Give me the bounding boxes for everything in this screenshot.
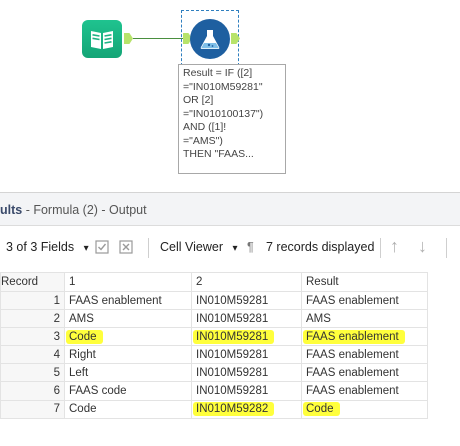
column-header-record[interactable]: Record <box>0 272 65 292</box>
cell-col-1[interactable]: FAAS enablement <box>64 290 192 311</box>
chevron-down-icon: ▾ <box>83 243 89 254</box>
record-cell-text: 2 <box>53 312 60 325</box>
cell-result-text: Code <box>303 402 340 417</box>
results-grid[interactable]: Record 1 2 Result 1 FAAS enablement IN010M… <box>0 272 428 419</box>
cell-col-2[interactable]: IN010M59281 <box>191 290 302 311</box>
record-cell-text: 7 <box>53 403 60 416</box>
record-cell[interactable]: 6 <box>0 381 65 401</box>
cell-col-1[interactable]: Code <box>64 399 192 419</box>
cell-col-2[interactable]: IN010M59281 <box>191 363 302 383</box>
input-output-anchor[interactable] <box>124 33 133 44</box>
toolbar-separator <box>380 238 381 258</box>
cell-result-text: FAAS enablement <box>306 348 399 361</box>
cell-viewer-label: Cell Viewer <box>160 240 223 254</box>
connection-line[interactable] <box>133 38 183 39</box>
cell-col-2[interactable]: IN010M59281 <box>191 381 302 401</box>
cell-col-2[interactable]: IN010M59281 <box>191 327 302 347</box>
arrow-up-icon[interactable]: ↑ <box>390 236 399 257</box>
check-all-icon[interactable] <box>93 238 111 256</box>
table-row[interactable]: 7 Code IN010M59282 Code <box>0 399 428 419</box>
record-cell[interactable]: 4 <box>0 345 65 365</box>
cell-col-1[interactable]: Left <box>64 363 192 383</box>
cell-col-1-text: Right <box>69 348 96 361</box>
input-data-tool[interactable] <box>82 20 122 58</box>
column-header-1[interactable]: 1 <box>64 272 192 292</box>
cell-col-1-text: Code <box>66 329 103 344</box>
grid-header-row: Record 1 2 Result <box>0 272 428 292</box>
cell-col-2[interactable]: IN010M59282 <box>191 399 302 419</box>
cell-result-text: FAAS enablement <box>303 329 405 344</box>
cell-col-1-text: FAAS enablement <box>69 294 162 307</box>
cell-col-1[interactable]: AMS <box>64 309 192 329</box>
cell-col-2-text: IN010M59281 <box>196 348 269 361</box>
workflow-canvas[interactable]: Result = IF ([2] ="IN010M59281" OR [2] =… <box>0 0 460 192</box>
chevron-down-icon: ▾ <box>232 243 238 254</box>
cell-result[interactable]: FAAS enablement <box>301 381 428 401</box>
column-header-2[interactable]: 2 <box>191 272 302 292</box>
cell-col-2-text: IN010M59281 <box>196 312 269 325</box>
table-row[interactable]: 1 FAAS enablement IN010M59281 FAAS enableme… <box>0 290 428 311</box>
cell-col-2-text: IN010M59282 <box>193 402 275 417</box>
fields-label: 3 of 3 Fields <box>6 240 75 254</box>
toolbar-separator <box>446 238 447 258</box>
uncheck-all-icon[interactable] <box>117 238 135 256</box>
column-header-result[interactable]: Result <box>301 272 428 292</box>
cell-result[interactable]: Code <box>301 399 428 419</box>
cell-col-2-text: IN010M59281 <box>196 294 269 307</box>
cell-viewer-dropdown[interactable]: Cell Viewer ▾ <box>160 240 238 254</box>
cell-col-1-text: FAAS code <box>69 385 127 398</box>
record-cell[interactable]: 5 <box>0 363 65 383</box>
cell-col-1-text: Code <box>69 403 97 416</box>
table-row[interactable]: 2 AMS IN010M59281 AMS <box>0 309 428 329</box>
cell-col-2[interactable]: IN010M59281 <box>191 309 302 329</box>
cell-result[interactable]: FAAS enablement <box>301 363 428 383</box>
record-cell[interactable]: 1 <box>0 290 65 311</box>
cell-col-1-text: AMS <box>69 312 94 325</box>
cell-col-2-text: IN010M59281 <box>193 329 275 344</box>
results-title: ults - Formula (2) - Output <box>0 203 147 217</box>
cell-result[interactable]: AMS <box>301 309 428 329</box>
record-cell-text: 5 <box>53 366 60 379</box>
table-row[interactable]: 5 Left IN010M59281 FAAS enablement <box>0 363 428 383</box>
cell-col-1[interactable]: Code <box>64 327 192 347</box>
results-title-source: - Formula (2) - Output <box>22 203 147 217</box>
cell-result-text: FAAS enablement <box>306 385 399 398</box>
cell-col-2-text: IN010M59281 <box>196 366 269 379</box>
flask-formula-icon <box>200 30 220 49</box>
record-cell-text: 4 <box>53 348 60 361</box>
cell-result-text: FAAS enablement <box>306 366 399 379</box>
cell-col-2[interactable]: IN010M59281 <box>191 345 302 365</box>
record-cell-text: 6 <box>53 385 60 398</box>
cell-col-1[interactable]: Right <box>64 345 192 365</box>
cell-col-1[interactable]: FAAS code <box>64 381 192 401</box>
cell-result-text: AMS <box>306 312 331 325</box>
cell-col-2-text: IN010M59281 <box>196 385 269 398</box>
cell-result[interactable]: FAAS enablement <box>301 327 428 347</box>
table-row[interactable]: 4 Right IN010M59281 FAAS enablement <box>0 345 428 365</box>
record-cell-text: 1 <box>53 294 60 307</box>
book-input-icon <box>91 31 113 49</box>
records-count: 7 records displayed <box>266 240 375 254</box>
fields-selector[interactable]: 3 of 3 Fields ▾ <box>6 240 89 254</box>
record-cell[interactable]: 2 <box>0 309 65 329</box>
record-cell-text: 3 <box>53 330 60 343</box>
cell-col-1-text: Left <box>69 366 89 379</box>
record-cell[interactable]: 7 <box>0 399 65 419</box>
record-cell[interactable]: 3 <box>0 327 65 347</box>
cell-result[interactable]: FAAS enablement <box>301 290 428 311</box>
formula-tool[interactable] <box>190 19 230 59</box>
toolbar-separator <box>148 238 149 258</box>
results-header: ults - Formula (2) - Output <box>0 193 460 226</box>
table-row[interactable]: 6 FAAS code IN010M59281 FAAS enablement <box>0 381 428 401</box>
formula-annotation: Result = IF ([2] ="IN010M59281" OR [2] =… <box>178 64 286 174</box>
cell-result-text: FAAS enablement <box>306 294 399 307</box>
results-toolbar: 3 of 3 Fields ▾ Cell Viewer ▾ ¶ 7 record… <box>0 230 460 266</box>
arrow-down-icon[interactable]: ↓ <box>418 236 427 257</box>
pilcrow-icon[interactable]: ¶ <box>247 240 254 254</box>
results-title-prefix: ults <box>0 203 23 217</box>
table-row[interactable]: 3 Code IN010M59281 FAAS enablement <box>0 327 428 347</box>
cell-result[interactable]: FAAS enablement <box>301 345 428 365</box>
grid-body: 1 FAAS enablement IN010M59281 FAAS enableme… <box>0 290 428 419</box>
